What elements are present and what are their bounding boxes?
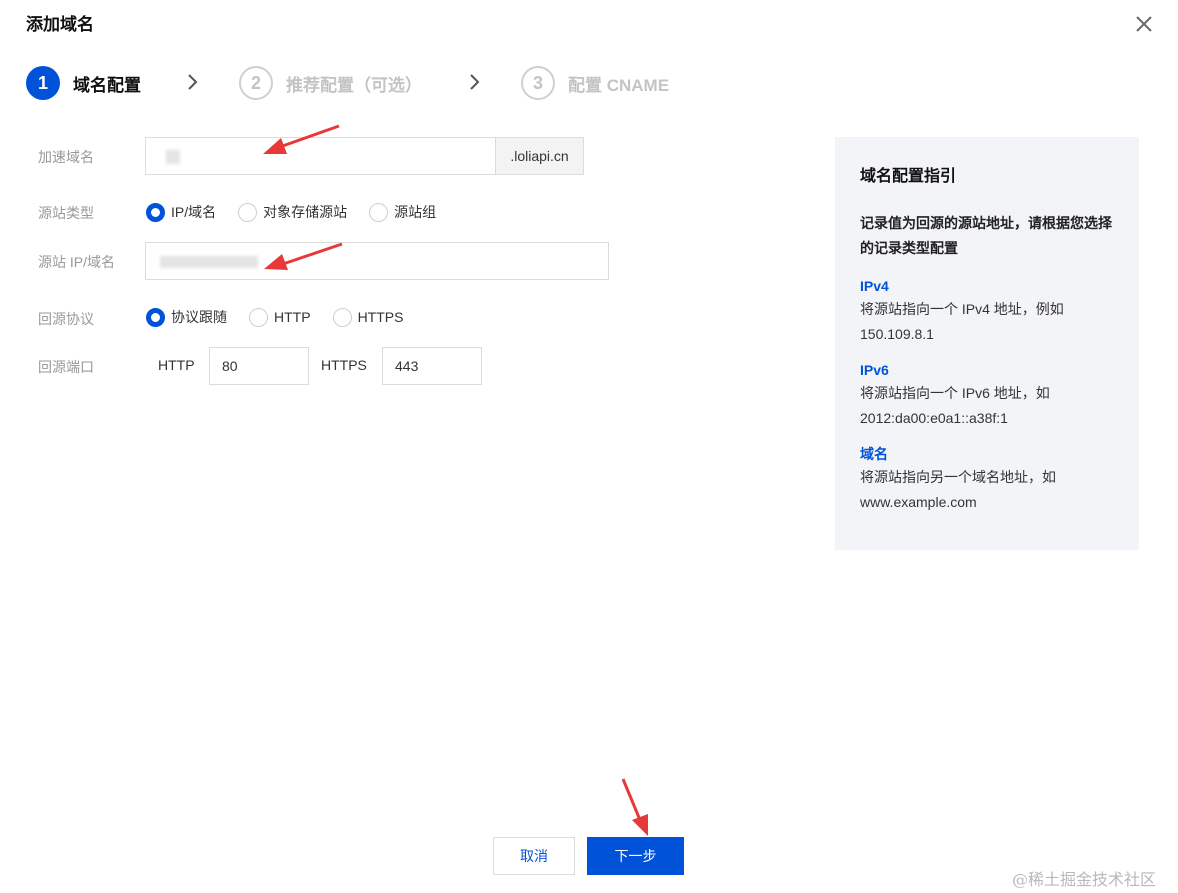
origin-address-input[interactable] — [145, 242, 609, 280]
close-button[interactable] — [1132, 12, 1156, 36]
radio-https[interactable]: HTTPS — [332, 307, 404, 327]
domain-label: 加速域名 — [38, 149, 94, 165]
radio-checked-icon — [146, 307, 165, 327]
radio-label: 协议跟随 — [171, 309, 227, 325]
step-domain-config: 1 域名配置 — [26, 65, 141, 101]
radio-ip-domain[interactable]: IP/域名 — [146, 202, 216, 222]
step-label: 域名配置 — [73, 75, 141, 95]
domain-suffix: .loliapi.cn — [495, 137, 584, 175]
next-step-button[interactable]: 下一步 — [587, 837, 684, 875]
radio-label: 源站组 — [394, 204, 437, 220]
guide-ipv6-title: IPv6 — [860, 362, 889, 378]
radio-checked-icon — [146, 202, 165, 222]
origin-type-label: 源站类型 — [38, 205, 94, 221]
annotation-arrow-icon — [621, 778, 648, 836]
close-icon — [1136, 16, 1152, 32]
redacted-text — [160, 256, 258, 268]
guide-ipv4-title: IPv4 — [860, 278, 889, 294]
https-port-input[interactable]: 443 — [382, 347, 482, 385]
radio-unchecked-icon — [369, 202, 389, 222]
guide-domain-text: 将源站指向另一个域名地址，如 www.example.com — [860, 469, 1056, 510]
chevron-right-icon — [470, 74, 480, 90]
radio-label: HTTPS — [357, 309, 404, 325]
dialog-title: 添加域名 — [26, 15, 94, 34]
step-label: 推荐配置（可选） — [286, 75, 422, 95]
port-label: 回源端口 — [38, 359, 94, 375]
step-number: 1 — [26, 66, 60, 100]
step-number: 3 — [521, 66, 555, 100]
domain-input[interactable] — [145, 137, 496, 175]
radio-object-storage[interactable]: 对象存储源站 — [238, 202, 347, 222]
watermark: @稀土掘金技术社区 — [1012, 870, 1157, 889]
origin-address-label: 源站 IP/域名 — [38, 254, 116, 270]
guide-domain-title: 域名 — [860, 446, 888, 462]
protocol-radio-group: 协议跟随 HTTP HTTPS — [146, 307, 425, 327]
https-port-label: HTTPS — [321, 357, 367, 373]
radio-protocol-follow[interactable]: 协议跟随 — [146, 307, 227, 327]
http-port-label: HTTP — [158, 357, 195, 373]
step-cname-config: 3 配置 CNAME — [521, 65, 669, 101]
redacted-text — [166, 150, 180, 164]
protocol-label: 回源协议 — [38, 311, 94, 327]
cancel-button[interactable]: 取消 — [493, 837, 575, 875]
http-port-input[interactable]: 80 — [209, 347, 309, 385]
step-label: 配置 CNAME — [568, 75, 670, 95]
radio-label: IP/域名 — [171, 204, 217, 220]
chevron-right-icon — [188, 74, 198, 90]
origin-type-radio-group: IP/域名 对象存储源站 源站组 — [146, 202, 458, 222]
add-domain-dialog: 添加域名 1 域名配置 2 推荐配置（可选） 3 配置 CNAME 加速域名 .… — [0, 0, 1178, 893]
radio-unchecked-icon — [238, 202, 258, 222]
radio-http[interactable]: HTTP — [249, 307, 311, 327]
step-recommended-config: 2 推荐配置（可选） — [239, 65, 422, 101]
guide-title: 域名配置指引 — [860, 168, 957, 185]
step-number: 2 — [239, 66, 273, 100]
radio-origin-group[interactable]: 源站组 — [369, 202, 436, 222]
guide-ipv4-text: 将源站指向一个 IPv4 地址，例如 150.109.8.1 — [860, 301, 1064, 342]
guide-description: 记录值为回源的源站地址，请根据您选择的记录类型配置 — [860, 215, 1112, 256]
domain-config-guide: 域名配置指引 记录值为回源的源站地址，请根据您选择的记录类型配置 IPv4 将源… — [835, 137, 1139, 550]
radio-label: 对象存储源站 — [263, 204, 348, 220]
radio-label: HTTP — [274, 309, 311, 325]
guide-ipv6-text: 将源站指向一个 IPv6 地址，如 2012:da00:e0a1::a38f:1 — [860, 385, 1050, 426]
radio-unchecked-icon — [249, 307, 268, 327]
radio-unchecked-icon — [332, 307, 352, 327]
